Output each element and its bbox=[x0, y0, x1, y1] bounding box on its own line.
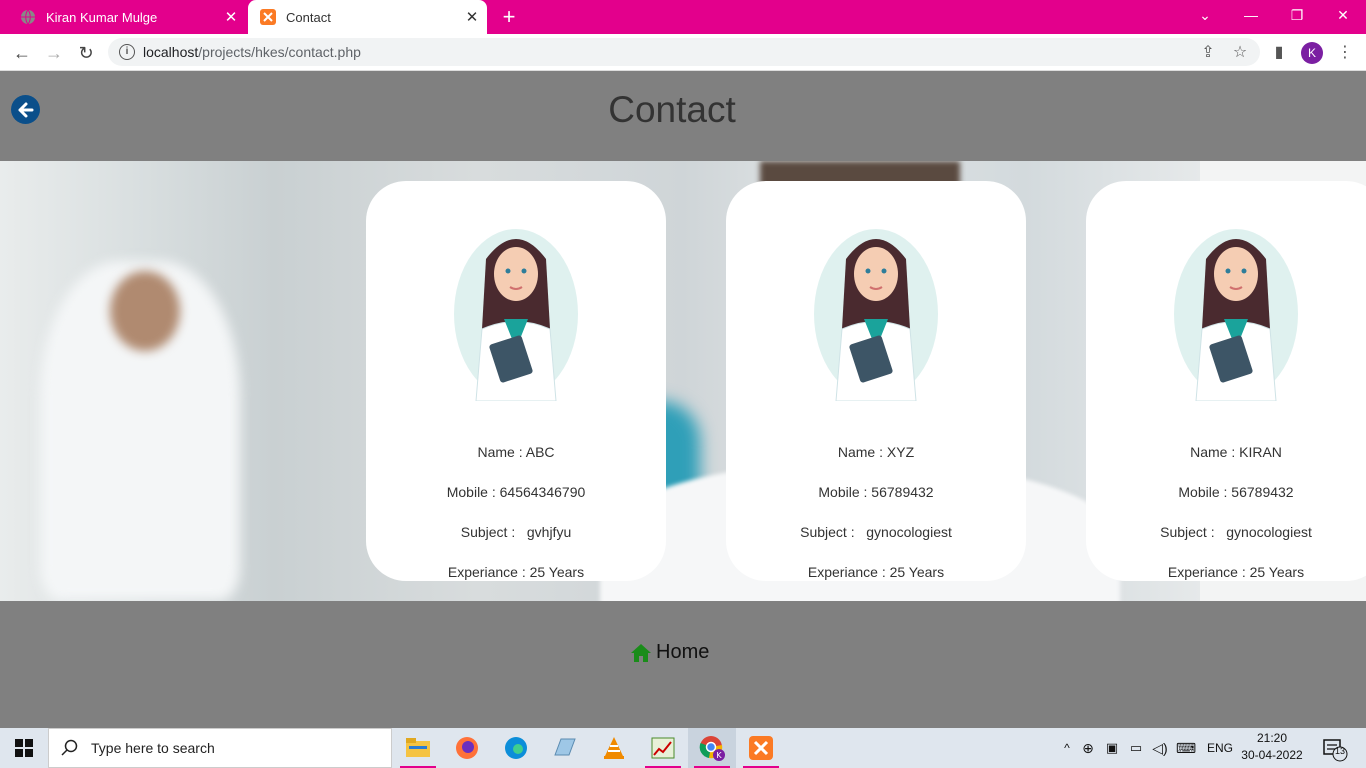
address-bar[interactable]: i localhost/projects/hkes/contact.php bbox=[108, 38, 1260, 66]
clock-time: 21:20 bbox=[1256, 731, 1288, 745]
tab-contact[interactable]: Contact ✕ bbox=[248, 0, 487, 34]
card-subject: Subject : gvhjfyu bbox=[460, 524, 572, 540]
page-title: Contact bbox=[608, 89, 736, 130]
back-arrow-icon[interactable]: ← bbox=[8, 39, 36, 67]
side-panel-icon[interactable]: ▮ bbox=[1265, 39, 1293, 67]
tab-title: Kiran Kumar Mulge bbox=[46, 9, 158, 25]
minimize-icon[interactable]: — bbox=[1228, 0, 1274, 30]
notification-count: 13 bbox=[1334, 746, 1345, 756]
card-name: Name : ABC bbox=[477, 444, 555, 460]
doctor-avatar-illustration bbox=[454, 229, 578, 401]
chrome-icon[interactable]: K bbox=[688, 728, 736, 768]
globe-icon bbox=[20, 9, 36, 25]
windows-start-button[interactable] bbox=[0, 728, 48, 768]
page-content: Contact Name : ABC Mobile : 64564346790 … bbox=[0, 71, 1366, 728]
browser-toolbar: ← → ↻ i localhost/projects/hkes/contact.… bbox=[0, 34, 1366, 71]
card-name: Name : XYZ bbox=[837, 444, 915, 460]
card-experience: Experiance : 25 Years bbox=[807, 564, 945, 580]
card-subject: Subject : gynocologiest bbox=[1160, 524, 1312, 540]
home-icon bbox=[631, 643, 651, 662]
notification-center-button[interactable]: 13 bbox=[1318, 736, 1354, 762]
site-info-icon[interactable]: i bbox=[119, 44, 135, 60]
close-window-icon[interactable]: ✕ bbox=[1320, 0, 1366, 30]
svg-text:K: K bbox=[716, 751, 722, 760]
card-name: Name : KIRAN bbox=[1190, 444, 1282, 460]
xampp-icon bbox=[260, 9, 276, 25]
profile-avatar[interactable]: K bbox=[1301, 42, 1323, 64]
doctor-avatar-illustration bbox=[814, 229, 938, 401]
vlc-icon[interactable] bbox=[590, 728, 638, 768]
edge-icon[interactable] bbox=[492, 728, 540, 768]
chevron-up-icon[interactable]: ^ bbox=[1058, 741, 1076, 755]
close-tab-icon[interactable]: ✕ bbox=[461, 8, 483, 26]
language-globe-icon[interactable]: ⊕ bbox=[1076, 740, 1100, 757]
card-experience: Experiance : 25 Years bbox=[1167, 564, 1305, 580]
card-experience: Experiance : 25 Years bbox=[447, 564, 585, 580]
taskbar-search-box[interactable]: Type here to search bbox=[48, 728, 392, 768]
card-subject: Subject : gynocologiest bbox=[800, 524, 952, 540]
url-text: localhost/projects/hkes/contact.php bbox=[143, 44, 361, 60]
restore-icon[interactable]: ❐ bbox=[1274, 0, 1320, 30]
keyboard-icon[interactable]: ⌨ bbox=[1172, 740, 1200, 757]
browser-tab-strip: Kiran Kumar Mulge ✕ Contact ✕ + ⌄ — ❐ ✕ bbox=[0, 0, 1366, 34]
language-indicator[interactable]: ENG bbox=[1200, 741, 1240, 755]
search-placeholder: Type here to search bbox=[91, 740, 215, 756]
search-icon bbox=[61, 739, 78, 756]
home-link[interactable]: Home bbox=[630, 641, 709, 664]
tab-search-chevron-icon[interactable]: ⌄ bbox=[1182, 0, 1228, 30]
volume-icon[interactable]: ◁) bbox=[1148, 740, 1172, 757]
card-mobile: Mobile : 64564346790 bbox=[446, 484, 586, 500]
doctor-avatar-illustration bbox=[1174, 229, 1298, 401]
new-tab-button[interactable]: + bbox=[497, 4, 521, 30]
bookmark-star-icon[interactable]: ☆ bbox=[1226, 39, 1254, 67]
tab-title: Contact bbox=[286, 9, 331, 25]
firefox-icon[interactable] bbox=[443, 728, 491, 768]
contact-card: Name : ABC Mobile : 64564346790 Subject … bbox=[366, 181, 666, 581]
contact-card: Name : KIRAN Mobile : 56789432 Subject :… bbox=[1086, 181, 1366, 581]
reload-icon[interactable]: ↻ bbox=[72, 39, 100, 67]
card-mobile: Mobile : 56789432 bbox=[1178, 484, 1294, 500]
card-mobile: Mobile : 56789432 bbox=[818, 484, 934, 500]
system-tray: ^ ⊕ ▣ ▭ ◁) ⌨ ENG bbox=[1058, 728, 1240, 768]
contact-card: Name : XYZ Mobile : 56789432 Subject : g… bbox=[726, 181, 1026, 581]
windows-logo-icon bbox=[15, 739, 33, 757]
device-icon[interactable]: ▣ bbox=[1100, 740, 1124, 756]
share-icon[interactable]: ⇪ bbox=[1194, 39, 1222, 67]
close-tab-icon[interactable]: ✕ bbox=[220, 8, 242, 26]
file-explorer-icon[interactable] bbox=[394, 728, 442, 768]
xampp-taskbar-icon[interactable] bbox=[737, 728, 785, 768]
windows-taskbar: Type here to search K ^ ⊕ ▣ ▭ ◁) ⌨ ENG 2… bbox=[0, 728, 1366, 768]
page-header: Contact bbox=[0, 71, 1366, 161]
taskbar-clock[interactable]: 21:20 30-04-2022 bbox=[1240, 730, 1304, 764]
forward-arrow-icon[interactable]: → bbox=[40, 39, 68, 67]
chart-app-icon[interactable] bbox=[639, 728, 687, 768]
home-link-label: Home bbox=[656, 641, 710, 663]
clock-date: 30-04-2022 bbox=[1241, 748, 1303, 762]
app-glass-icon[interactable] bbox=[541, 728, 589, 768]
battery-icon[interactable]: ▭ bbox=[1124, 740, 1148, 756]
tab-kiran-kumar-mulge[interactable]: Kiran Kumar Mulge ✕ bbox=[8, 0, 246, 34]
url-path: /projects/hkes/contact.php bbox=[198, 44, 361, 60]
background-doctor-head bbox=[110, 271, 180, 351]
url-host: localhost bbox=[143, 44, 199, 60]
menu-kebab-icon[interactable]: ⋮ bbox=[1331, 39, 1359, 67]
